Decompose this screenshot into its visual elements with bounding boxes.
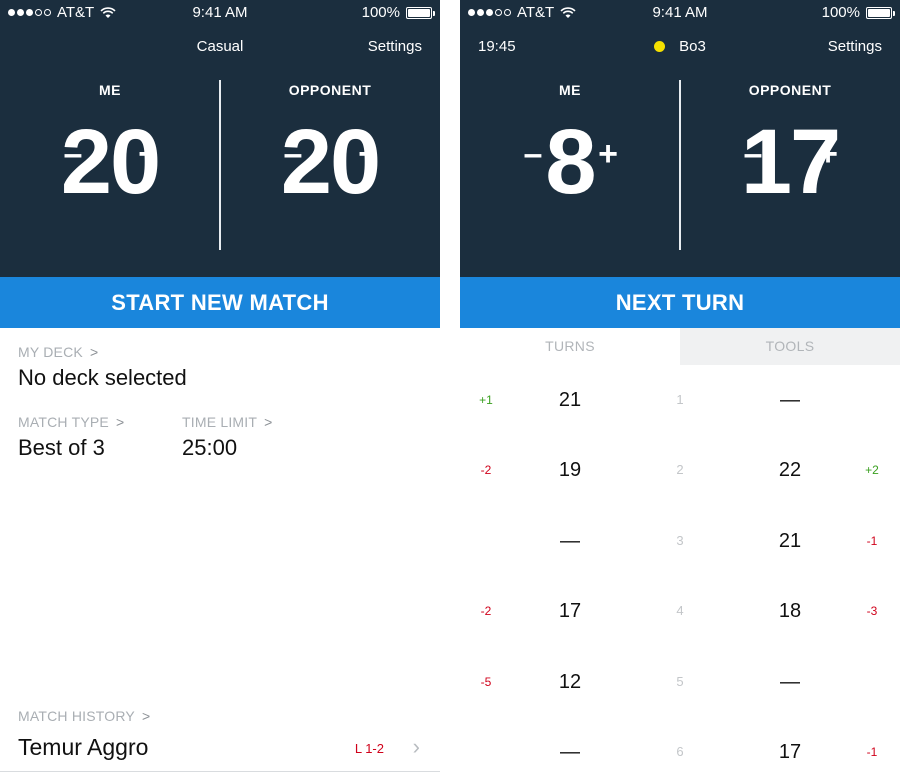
match-screen: AT&T 9:41 AM 100% 19:45 Bo3 Settings ME bbox=[460, 0, 900, 784]
opponent-life-change: +2 bbox=[865, 463, 879, 477]
life-header: AT&T 9:41 AM 100% Casual Settings ME 20 … bbox=[0, 0, 440, 277]
opponent-life-value: — bbox=[780, 389, 800, 411]
me-life-value: 21 bbox=[558, 389, 582, 411]
start-new-match-button[interactable]: START NEW MATCH bbox=[0, 277, 440, 328]
tab-tools[interactable]: TOOLS bbox=[680, 328, 900, 365]
me-life-change bbox=[466, 526, 506, 556]
me-life-value: 17 bbox=[558, 600, 582, 622]
life-controls-opponent: – + bbox=[680, 134, 900, 174]
chevron-right-icon: > bbox=[264, 414, 273, 430]
deck-label[interactable]: MY DECK > bbox=[18, 344, 98, 360]
opponent-life-value: 17 bbox=[778, 741, 802, 763]
life-controls-me: – + bbox=[460, 134, 680, 174]
turn-row: -5 12 5 — bbox=[460, 667, 900, 737]
turn-row: +1 21 1 — bbox=[460, 385, 900, 455]
battery-percent: 100% bbox=[821, 4, 860, 21]
chevron-right-icon: › bbox=[412, 734, 420, 759]
tab-bar: TURNS TOOLS bbox=[460, 328, 900, 365]
opponent-life-value: — bbox=[780, 671, 800, 693]
turn-row: — 3 21 -1 bbox=[460, 526, 900, 596]
decrease-life-button[interactable]: – bbox=[733, 134, 773, 174]
me-life-change bbox=[466, 737, 506, 767]
opponent-life-change: -1 bbox=[866, 534, 878, 548]
player-label: ME bbox=[559, 82, 581, 98]
chevron-right-icon: > bbox=[115, 414, 125, 430]
match-history-item[interactable]: Temur Aggro L 1-2 › bbox=[0, 728, 440, 772]
me-life-value: 12 bbox=[558, 671, 582, 693]
nav-bar: 19:45 Bo3 Settings bbox=[460, 36, 900, 58]
match-history-label[interactable]: MATCH HISTORY > bbox=[18, 708, 150, 724]
history-deck-name: Temur Aggro bbox=[18, 734, 149, 760]
history-result: L 1-2 bbox=[354, 741, 384, 756]
turn-row: -2 19 2 22 +2 bbox=[460, 455, 900, 525]
time-limit-value[interactable]: 25:00 bbox=[182, 435, 237, 461]
me-life-change: -2 bbox=[480, 604, 492, 618]
deck-value[interactable]: No deck selected bbox=[18, 365, 187, 391]
time-limit-label[interactable]: TIME LIMIT > bbox=[182, 414, 273, 430]
increase-life-button[interactable]: + bbox=[128, 134, 168, 174]
player-label: ME bbox=[99, 82, 121, 98]
opponent-life-change bbox=[852, 385, 892, 415]
tab-turns[interactable]: TURNS bbox=[460, 328, 680, 365]
opponent-life-change: -1 bbox=[866, 745, 878, 759]
nav-bar: Casual Settings bbox=[0, 36, 440, 58]
turn-number: 2 bbox=[676, 462, 684, 477]
status-bar: AT&T 9:41 AM 100% bbox=[460, 0, 900, 24]
me-life-change: -2 bbox=[480, 463, 492, 477]
life-controls-opponent: – + bbox=[220, 134, 440, 174]
turn-number: 4 bbox=[676, 603, 684, 618]
opponent-life-change: -3 bbox=[866, 604, 878, 618]
me-life-value: — bbox=[560, 530, 580, 552]
turn-row: -2 17 4 18 -3 bbox=[460, 596, 900, 666]
decrease-life-button[interactable]: – bbox=[53, 134, 93, 174]
match-type-label[interactable]: MATCH TYPE > bbox=[18, 414, 124, 430]
player-label: OPPONENT bbox=[748, 82, 832, 98]
opponent-life-change bbox=[852, 667, 892, 697]
battery-icon bbox=[406, 6, 435, 19]
decrease-life-button[interactable]: – bbox=[513, 134, 553, 174]
battery-percent: 100% bbox=[361, 4, 400, 21]
turn-number: 3 bbox=[676, 533, 684, 548]
settings-button[interactable]: Settings bbox=[368, 38, 422, 55]
next-turn-button[interactable]: NEXT TURN bbox=[460, 277, 900, 328]
turn-row: — 6 17 -1 bbox=[460, 737, 900, 784]
status-dot-icon bbox=[654, 40, 666, 52]
increase-life-button[interactable]: + bbox=[588, 134, 628, 174]
me-life-value: 19 bbox=[558, 459, 582, 481]
opponent-life-value: 18 bbox=[778, 600, 802, 622]
battery-icon bbox=[866, 6, 895, 19]
player-label: OPPONENT bbox=[288, 82, 372, 98]
life-header: AT&T 9:41 AM 100% 19:45 Bo3 Settings ME bbox=[460, 0, 900, 277]
me-life-change: -5 bbox=[480, 675, 492, 689]
status-bar: AT&T 9:41 AM 100% bbox=[0, 0, 440, 24]
casual-screen: AT&T 9:41 AM 100% Casual Settings ME 20 … bbox=[0, 0, 440, 784]
turn-number: 5 bbox=[676, 674, 684, 689]
increase-life-button[interactable]: + bbox=[348, 134, 388, 174]
decrease-life-button[interactable]: – bbox=[273, 134, 313, 174]
turn-number: 6 bbox=[676, 744, 684, 759]
turn-number: 1 bbox=[676, 392, 684, 407]
me-life-value: — bbox=[560, 741, 580, 763]
opponent-life-value: 22 bbox=[778, 459, 802, 481]
chevron-right-icon: > bbox=[141, 708, 151, 724]
increase-life-button[interactable]: + bbox=[808, 134, 848, 174]
match-type-value[interactable]: Best of 3 bbox=[18, 435, 105, 461]
settings-button[interactable]: Settings bbox=[828, 38, 882, 55]
opponent-life-value: 21 bbox=[778, 530, 802, 552]
chevron-right-icon: > bbox=[89, 344, 99, 360]
life-controls-me: – + bbox=[0, 134, 220, 174]
me-life-change: +1 bbox=[479, 393, 493, 407]
